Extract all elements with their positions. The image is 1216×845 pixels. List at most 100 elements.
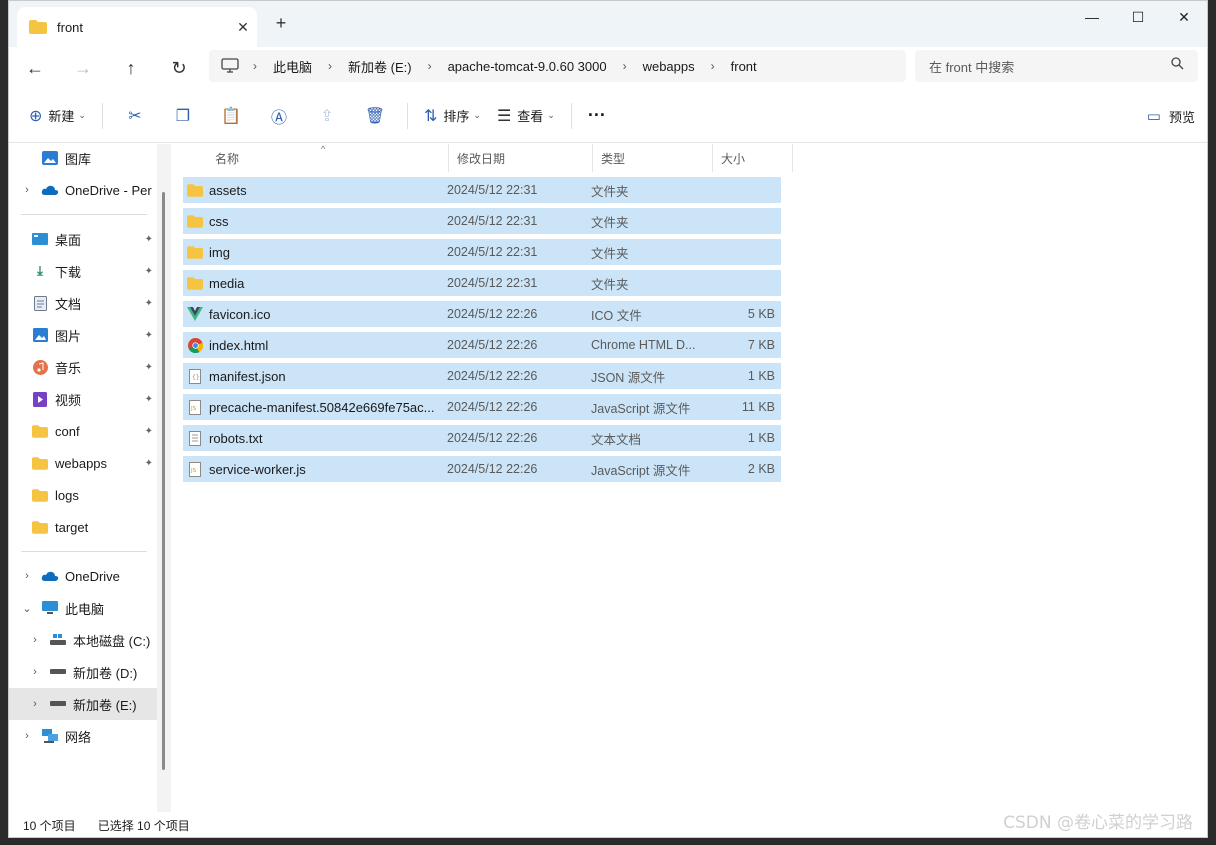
minimize-button[interactable]: — xyxy=(1069,1,1115,33)
preview-button[interactable]: ▭ 预览 xyxy=(1147,99,1195,133)
file-row[interactable]: {} manifest.json 2024/5/12 22:26 JSON 源文件 1 … xyxy=(183,363,781,389)
column-header-date[interactable]: 修改日期 xyxy=(449,144,593,172)
breadcrumb-tomcat[interactable]: apache-tomcat-9.0.60 3000 xyxy=(448,59,607,74)
refresh-button[interactable]: ↻ xyxy=(155,51,203,85)
chevron-right-icon[interactable]: › xyxy=(19,184,35,196)
file-row[interactable]: robots.txt 2024/5/12 22:26 文本文档 1 KB xyxy=(183,425,781,451)
chevron-right-icon[interactable]: › xyxy=(27,634,43,646)
sort-button[interactable]: ⇅ 排序 ⌄ xyxy=(416,99,489,133)
tab-close-icon[interactable]: ✕ xyxy=(229,19,257,36)
new-tab-button[interactable]: + xyxy=(267,13,295,34)
nav-this-pc[interactable]: ⌄ 此电脑 xyxy=(9,592,157,624)
file-row[interactable]: JS precache-manifest.50842e669fe75ac... 20… xyxy=(183,394,781,420)
view-button[interactable]: ☰ 查看 ⌄ xyxy=(489,99,563,133)
sort-ascending-icon: ^ xyxy=(321,144,326,154)
file-size: 1 KB xyxy=(747,369,775,383)
file-date: 2024/5/12 22:26 xyxy=(447,400,538,414)
close-window-button[interactable]: ✕ xyxy=(1161,1,1207,33)
breadcrumb-drive-e[interactable]: 新加卷 (E:) xyxy=(348,57,412,76)
preview-pane-icon: ▭ xyxy=(1146,108,1161,125)
new-button[interactable]: ⊕ 新建 ⌄ xyxy=(21,99,94,133)
text-file-icon xyxy=(187,430,203,446)
nav-gallery[interactable]: 图库 xyxy=(9,144,157,174)
file-date: 2024/5/12 22:26 xyxy=(447,369,538,383)
back-button[interactable]: ← xyxy=(11,51,59,85)
column-header-size[interactable]: 大小 xyxy=(713,144,793,172)
file-row[interactable]: index.html 2024/5/12 22:26 Chrome HTML D..… xyxy=(183,332,781,358)
nav-network[interactable]: › 网络 xyxy=(9,720,157,752)
breadcrumb-this-pc[interactable]: 此电脑 xyxy=(273,57,312,76)
paste-button[interactable]: 📋 xyxy=(207,99,255,133)
nav-onedrive-personal[interactable]: › OneDrive - Per xyxy=(9,174,157,206)
file-name: assets xyxy=(209,182,247,198)
file-date: 2024/5/12 22:31 xyxy=(447,183,538,197)
nav-webapps[interactable]: webapps ✦ xyxy=(9,447,157,479)
share-button[interactable]: ⇪ xyxy=(303,99,351,133)
folder-icon xyxy=(187,183,203,197)
more-options-button[interactable]: ··· xyxy=(580,99,614,133)
nav-videos[interactable]: 视频 ✦ xyxy=(9,383,157,415)
column-header-name[interactable]: 名称 xyxy=(207,144,449,172)
file-date: 2024/5/12 22:26 xyxy=(447,462,538,476)
chevron-right-icon[interactable]: › xyxy=(27,666,43,678)
forward-button[interactable]: → xyxy=(59,51,107,85)
file-row[interactable]: media 2024/5/12 22:31 文件夹 xyxy=(183,270,781,296)
file-size: 11 KB xyxy=(741,400,775,414)
nav-drive-e[interactable]: › 新加卷 (E:) xyxy=(9,688,157,720)
nav-conf[interactable]: conf ✦ xyxy=(9,415,157,447)
chevron-right-icon[interactable]: › xyxy=(19,730,35,742)
file-row[interactable]: img 2024/5/12 22:31 文件夹 xyxy=(183,239,781,265)
chevron-down-icon[interactable]: ⌄ xyxy=(19,602,35,615)
rename-button[interactable]: Ⓐ xyxy=(255,99,303,133)
file-name: precache-manifest.50842e669fe75ac... xyxy=(209,399,435,415)
breadcrumb-front[interactable]: front xyxy=(731,59,757,74)
nav-pictures[interactable]: 图片 ✦ xyxy=(9,319,157,351)
folder-icon xyxy=(187,214,203,228)
search-input[interactable]: 在 front 中搜索 xyxy=(915,50,1198,82)
file-type: JSON 源文件 xyxy=(591,370,666,385)
search-icon xyxy=(1171,57,1184,70)
share-icon: ⇪ xyxy=(320,107,334,125)
pin-icon: ✦ xyxy=(144,361,153,373)
breadcrumb-webapps[interactable]: webapps xyxy=(643,59,695,74)
chevron-right-icon[interactable]: › xyxy=(19,570,35,582)
maximize-button[interactable]: ☐ xyxy=(1115,1,1161,33)
svg-text:JS: JS xyxy=(190,468,197,474)
file-size: 2 KB xyxy=(747,462,775,476)
column-name-label: 名称 xyxy=(215,151,240,166)
file-row[interactable]: css 2024/5/12 22:31 文件夹 xyxy=(183,208,781,234)
file-name: css xyxy=(209,213,229,229)
nav-desktop[interactable]: 桌面 ✦ xyxy=(9,223,157,255)
file-row[interactable]: favicon.ico 2024/5/12 22:26 ICO 文件 5 KB xyxy=(183,301,781,327)
navigation-scrollbar[interactable] xyxy=(157,144,171,812)
nav-downloads[interactable]: ⤓ 下载 ✦ xyxy=(9,255,157,287)
nav-music[interactable]: 音乐 ✦ xyxy=(9,351,157,383)
nav-onedrive[interactable]: › OneDrive xyxy=(9,560,157,592)
chevron-right-icon[interactable]: › xyxy=(27,698,43,710)
cut-button[interactable]: ✂ xyxy=(111,99,159,133)
address-bar[interactable]: › 此电脑 › 新加卷 (E:) › apache-tomcat-9.0.60 … xyxy=(209,50,906,82)
copy-icon: ❐ xyxy=(175,107,191,125)
nav-documents[interactable]: 文档 ✦ xyxy=(9,287,157,319)
file-row[interactable]: assets 2024/5/12 22:31 文件夹 xyxy=(183,177,781,203)
delete-button[interactable]: 🗑 xyxy=(351,99,399,133)
tab-front[interactable]: front ✕ xyxy=(17,7,257,47)
up-button[interactable]: ↑ xyxy=(107,51,155,85)
file-name-cell: JS precache-manifest.50842e669fe75ac... xyxy=(183,399,445,415)
nav-onedrive-personal-label: OneDrive - Per xyxy=(65,182,152,198)
toolbar-divider xyxy=(570,102,572,129)
nav-target[interactable]: target xyxy=(9,511,157,543)
nav-logs[interactable]: logs xyxy=(9,479,157,511)
clipboard-icon: 📋 xyxy=(221,107,241,125)
file-row[interactable]: JS service-worker.js 2024/5/12 22:26 JavaSc… xyxy=(183,456,781,482)
nav-this-pc-label: 此电脑 xyxy=(65,601,105,617)
column-header-type[interactable]: 类型 xyxy=(593,144,713,172)
file-date: 2024/5/12 22:31 xyxy=(447,214,538,228)
scrollbar-thumb[interactable] xyxy=(162,192,165,770)
js-file-icon: JS xyxy=(187,399,203,415)
nav-downloads-label: 下载 xyxy=(55,264,82,280)
file-type: ICO 文件 xyxy=(591,308,642,323)
nav-drive-c[interactable]: › 本地磁盘 (C:) xyxy=(9,624,157,656)
nav-drive-d[interactable]: › 新加卷 (D:) xyxy=(9,656,157,688)
copy-button[interactable]: ❐ xyxy=(159,99,207,133)
